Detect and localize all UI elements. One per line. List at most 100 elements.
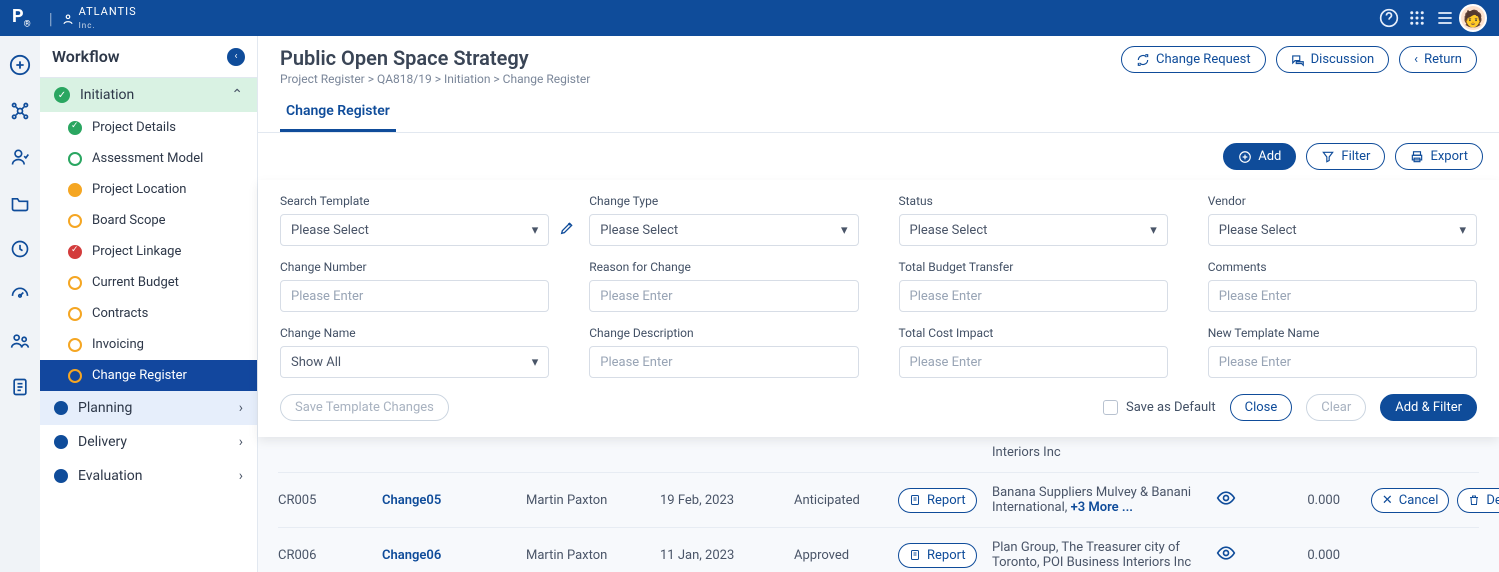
report-button[interactable]: Report	[898, 488, 977, 513]
export-button[interactable]: Export	[1395, 143, 1483, 170]
label-search-template: Search Template	[280, 194, 549, 208]
save-default-checkbox[interactable]: Save as Default	[1103, 400, 1216, 415]
app-logo[interactable]: P®	[12, 6, 31, 30]
status-select[interactable]: Please Select▾	[899, 214, 1168, 246]
budget-input[interactable]	[899, 280, 1168, 312]
label-budget: Total Budget Transfer	[899, 260, 1168, 274]
cell-status: Approved	[794, 548, 894, 563]
chat-icon	[1291, 53, 1305, 67]
cancel-button[interactable]: ✕Cancel	[1371, 488, 1449, 513]
status-dot-icon	[68, 307, 82, 321]
filter-panel: Search Template Please Select▾ Change Typ…	[258, 180, 1499, 437]
phase-initiation[interactable]: ✓ Initiation ⌃	[40, 78, 257, 112]
tab-change-register[interactable]: Change Register	[280, 103, 396, 132]
rail-gauge-icon[interactable]	[9, 284, 31, 306]
rail-network-icon[interactable]	[9, 100, 31, 122]
rail-user-icon[interactable]	[9, 146, 31, 168]
sidebar-item-change-register[interactable]: Change Register	[40, 360, 257, 391]
rail-folder-icon[interactable]	[9, 192, 31, 214]
clear-button[interactable]: Clear	[1306, 394, 1366, 421]
change-desc-input[interactable]	[589, 346, 858, 378]
status-dot-icon	[68, 152, 82, 166]
label-reason: Reason for Change	[589, 260, 858, 274]
main-content: Public Open Space Strategy Project Regis…	[258, 36, 1499, 572]
toolbar: Add Filter Export	[258, 133, 1499, 180]
delete-button[interactable]: Delete	[1457, 488, 1499, 513]
table-row: CR005 Change05 Martin Paxton 19 Feb, 202…	[278, 473, 1479, 528]
comments-input[interactable]	[1208, 280, 1477, 312]
discussion-button[interactable]: Discussion	[1276, 46, 1390, 73]
add-button[interactable]: Add	[1223, 143, 1296, 170]
vendor-more-link[interactable]: +3 More ...	[1071, 500, 1133, 515]
return-button[interactable]: ‹Return	[1399, 46, 1477, 73]
search-template-select[interactable]: Please Select▾	[280, 214, 549, 246]
help-icon[interactable]	[1375, 4, 1403, 32]
phase-evaluation[interactable]: Evaluation›	[40, 459, 257, 493]
sidebar-item-board-scope[interactable]: Board Scope	[40, 205, 257, 236]
cell-name[interactable]: Change06	[382, 548, 522, 563]
cell-amount: 0.000	[1260, 493, 1360, 508]
cell-date: 11 Jan, 2023	[660, 548, 790, 563]
status-dot-icon	[68, 121, 82, 135]
cell-vendor: Banana Suppliers Mulvey & Banani Interna…	[992, 485, 1192, 515]
cost-input[interactable]	[899, 346, 1168, 378]
new-template-input[interactable]	[1208, 346, 1477, 378]
rail-clock-icon[interactable]	[9, 238, 31, 260]
page-title: Public Open Space Strategy	[280, 46, 590, 70]
plus-circle-icon	[1238, 150, 1252, 164]
phase-planning[interactable]: Planning›	[40, 391, 257, 425]
x-icon: ✕	[1382, 493, 1393, 508]
change-number-input[interactable]	[280, 280, 549, 312]
change-register-table: Interiors Inc CR005 Change05 Martin Paxt…	[258, 441, 1499, 572]
sidebar-item-contracts[interactable]: Contracts	[40, 298, 257, 329]
avatar[interactable]: 🧑	[1459, 4, 1487, 32]
change-request-button[interactable]: Change Request	[1121, 46, 1266, 73]
close-button[interactable]: Close	[1230, 394, 1293, 421]
caret-down-icon: ▾	[532, 223, 539, 238]
status-dot-icon	[54, 401, 68, 415]
view-icon[interactable]	[1196, 543, 1256, 567]
sidebar-item-project-details[interactable]: Project Details	[40, 112, 257, 143]
caret-down-icon: ▾	[1150, 223, 1157, 238]
apps-icon[interactable]	[1403, 4, 1431, 32]
table-row: CR006 Change06 Martin Paxton 11 Jan, 202…	[278, 528, 1479, 572]
add-filter-button[interactable]: Add & Filter	[1380, 394, 1477, 421]
change-name-select[interactable]: Show All▾	[280, 346, 549, 378]
filter-button[interactable]: Filter	[1306, 143, 1385, 170]
chevron-right-icon: ›	[239, 434, 243, 450]
rail-add-icon[interactable]	[9, 54, 31, 76]
phase-delivery[interactable]: Delivery›	[40, 425, 257, 459]
sidebar-collapse-button[interactable]: ‹	[227, 48, 245, 66]
view-icon[interactable]	[1196, 488, 1256, 512]
sidebar-item-current-budget[interactable]: Current Budget	[40, 267, 257, 298]
label-change-type: Change Type	[589, 194, 858, 208]
caret-down-icon: ▾	[532, 355, 539, 370]
rail-people-icon[interactable]	[9, 330, 31, 352]
save-template-button[interactable]: Save Template Changes	[280, 394, 449, 421]
sidebar-item-invoicing[interactable]: Invoicing	[40, 329, 257, 360]
rail-doc-icon[interactable]	[9, 376, 31, 398]
document-icon	[909, 494, 921, 506]
refresh-icon	[1136, 53, 1150, 67]
label-change-name: Change Name	[280, 326, 549, 340]
status-dot-icon	[54, 469, 68, 483]
cell-name[interactable]: Change05	[382, 493, 522, 508]
cell-number: CR006	[278, 548, 378, 563]
cell-date: 19 Feb, 2023	[660, 493, 790, 508]
cell-amount: 0.000	[1260, 548, 1360, 563]
document-icon	[909, 549, 921, 561]
sidebar-item-project-linkage[interactable]: Project Linkage	[40, 236, 257, 267]
check-icon: ✓	[54, 87, 70, 103]
sidebar-item-project-location[interactable]: Project Location	[40, 174, 257, 205]
label-change-number: Change Number	[280, 260, 549, 274]
cell-number: CR005	[278, 493, 378, 508]
vendor-select[interactable]: Please Select▾	[1208, 214, 1477, 246]
edit-template-icon[interactable]	[559, 220, 575, 240]
sidebar-item-assessment-model[interactable]: Assessment Model	[40, 143, 257, 174]
cell-status: Anticipated	[794, 493, 894, 508]
change-type-select[interactable]: Please Select▾	[589, 214, 858, 246]
status-dot-icon	[68, 276, 82, 290]
reason-input[interactable]	[589, 280, 858, 312]
report-button[interactable]: Report	[898, 543, 977, 568]
menu-icon[interactable]	[1431, 4, 1459, 32]
